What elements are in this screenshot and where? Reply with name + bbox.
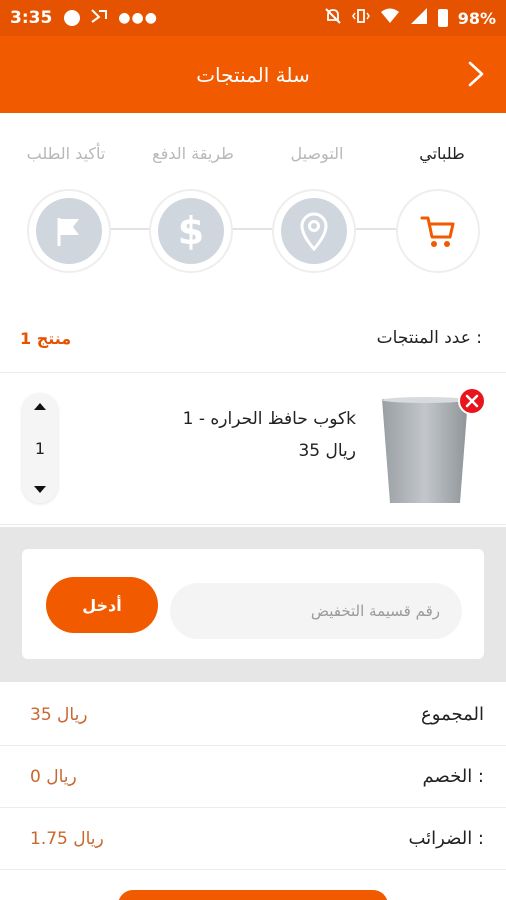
product-count-value: 1 منتج bbox=[20, 328, 72, 348]
app-header: سلة المنتجات bbox=[0, 36, 506, 113]
step-orders[interactable] bbox=[396, 189, 480, 273]
step-label-payment: طريقة الدفع bbox=[152, 144, 234, 163]
cart-icon bbox=[405, 198, 471, 264]
total-row-discount: 0 ريال الخصم : bbox=[0, 746, 506, 808]
flag-icon bbox=[36, 198, 102, 264]
page-title: سلة المنتجات bbox=[196, 62, 310, 87]
dots-icon: ●●● bbox=[118, 10, 158, 26]
product-price: 35 ريال bbox=[298, 441, 356, 461]
chevron-right-icon[interactable] bbox=[462, 60, 490, 88]
step-label-orders: طلباتي bbox=[419, 144, 465, 163]
total-row-subtotal: 35 ريال المجموع bbox=[0, 684, 506, 746]
coupon-card: أدخل bbox=[22, 549, 484, 659]
coupon-section: أدخل bbox=[0, 527, 506, 682]
steps-connector bbox=[60, 228, 440, 230]
battery-percent: 98% bbox=[457, 8, 496, 28]
dollar-icon: $ bbox=[158, 198, 224, 264]
circle-icon bbox=[64, 10, 81, 26]
battery-icon bbox=[437, 9, 448, 27]
total-row-tax: 1.75 ريال الضرائب : bbox=[0, 808, 506, 870]
quantity-value: 1 bbox=[34, 438, 46, 458]
step-confirm[interactable] bbox=[27, 189, 111, 273]
step-label-delivery: التوصيل bbox=[290, 144, 344, 163]
subtotal-value: 35 ريال bbox=[30, 704, 88, 725]
quantity-stepper[interactable]: 1 bbox=[22, 393, 58, 503]
product-name: كوب حافظ الحراره - 1k bbox=[182, 409, 356, 429]
location-pin-icon bbox=[281, 198, 347, 264]
close-icon bbox=[465, 394, 479, 408]
cart-item: كوب حافظ الحراره - 1k 35 ريال 1 bbox=[0, 372, 506, 525]
checkout-button[interactable] bbox=[118, 890, 388, 900]
subtotal-label: المجموع bbox=[421, 704, 484, 725]
product-image bbox=[380, 395, 470, 507]
signal-icon bbox=[410, 7, 428, 30]
decrease-quantity-icon[interactable] bbox=[34, 486, 46, 493]
tax-label: الضرائب : bbox=[408, 828, 484, 849]
tax-value: 1.75 ريال bbox=[30, 828, 104, 849]
apply-coupon-button[interactable]: أدخل bbox=[46, 577, 158, 633]
step-delivery[interactable] bbox=[272, 189, 356, 273]
mute-icon bbox=[324, 7, 342, 30]
product-count-label: عدد المنتجات : bbox=[376, 328, 482, 348]
discount-value: 0 ريال bbox=[30, 766, 77, 787]
sim-icon bbox=[90, 7, 108, 30]
discount-label: الخصم : bbox=[422, 766, 485, 787]
status-bar: 3:35 ●●● 98% bbox=[0, 0, 506, 36]
wifi-icon bbox=[380, 7, 400, 30]
order-totals: 35 ريال المجموع 0 ريال الخصم : 1.75 ريال… bbox=[0, 684, 506, 870]
status-time: 3:35 bbox=[10, 8, 53, 28]
step-label-confirm: تأكيد الطلب bbox=[26, 144, 106, 163]
checkout-steps-labels: طلباتي التوصيل طريقة الدفع تأكيد الطلب bbox=[0, 144, 506, 174]
step-payment[interactable]: $ bbox=[149, 189, 233, 273]
increase-quantity-icon[interactable] bbox=[34, 403, 46, 410]
remove-item-button[interactable] bbox=[458, 387, 486, 415]
coupon-input[interactable] bbox=[170, 583, 462, 639]
vibrate-icon bbox=[351, 7, 370, 30]
product-count-row: 1 منتج عدد المنتجات : bbox=[20, 324, 482, 352]
